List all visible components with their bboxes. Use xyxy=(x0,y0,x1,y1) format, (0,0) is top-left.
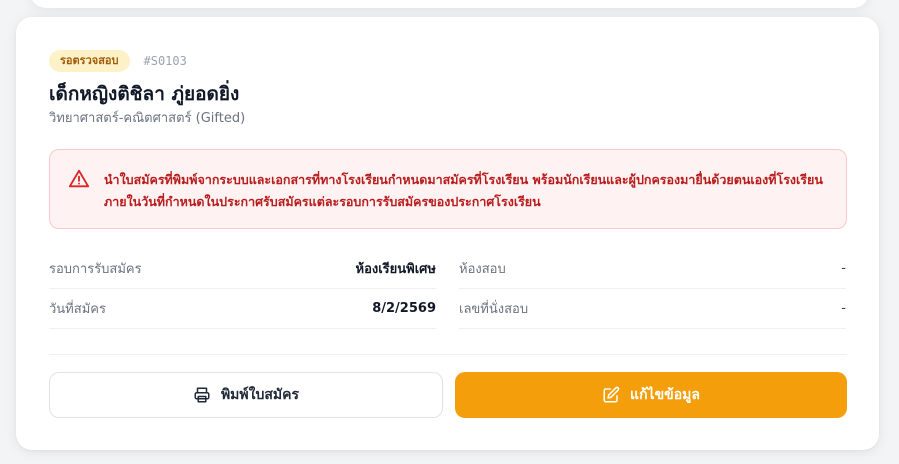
printer-icon xyxy=(193,386,211,404)
edit-button-label: แก้ไขข้อมูล xyxy=(630,387,700,403)
round-value: ห้องเรียนพิเศษ xyxy=(355,262,437,277)
seat-number-label: เลขที่นั่งสอบ xyxy=(459,302,529,317)
apply-date-value: 8/2/2569 xyxy=(372,301,436,316)
status-badge: รอตรวจสอบ xyxy=(49,50,130,72)
round-label: รอบการรับสมัคร xyxy=(49,262,142,277)
edit-icon xyxy=(602,386,620,404)
exam-room-label: ห้องสอบ xyxy=(459,262,506,277)
seat-number-value: - xyxy=(841,301,846,316)
student-name: เด็กหญิงติชิลา ภู่ยอดยิ่ง xyxy=(49,83,240,105)
application-code: #S0103 xyxy=(143,54,187,68)
application-card: รอตรวจสอบ #S0103 เด็กหญิงติชิลา ภู่ยอดยิ… xyxy=(16,17,879,450)
print-button-label: พิมพ์ใบสมัคร xyxy=(220,387,300,403)
previous-card-edge xyxy=(30,0,869,8)
exam-room-value: - xyxy=(841,261,846,276)
card-header: รอตรวจสอบ #S0103 xyxy=(49,50,187,72)
details-left-column: รอบการรับสมัคร ห้องเรียนพิเศษ วันที่สมัค… xyxy=(49,249,436,329)
details-right-column: ห้องสอบ - เลขที่นั่งสอบ - xyxy=(459,249,846,329)
edit-info-button[interactable]: แก้ไขข้อมูล xyxy=(455,372,847,418)
warning-triangle-icon xyxy=(68,168,90,190)
program-name: วิทยาศาสตร์-คณิตศาสตร์ (Gifted) xyxy=(49,111,246,126)
detail-row-apply-date: วันที่สมัคร 8/2/2569 xyxy=(49,289,436,329)
instruction-alert: นำใบสมัครที่พิมพ์จากระบบและเอกสารที่ทางโ… xyxy=(49,149,847,229)
print-application-button[interactable]: พิมพ์ใบสมัคร xyxy=(49,372,443,418)
detail-row-exam-room: ห้องสอบ - xyxy=(459,249,846,289)
alert-message: นำใบสมัครที่พิมพ์จากระบบและเอกสารที่ทางโ… xyxy=(104,172,823,209)
apply-date-label: วันที่สมัคร xyxy=(49,302,106,317)
detail-row-seat-number: เลขที่นั่งสอบ - xyxy=(459,289,846,329)
detail-row-round: รอบการรับสมัคร ห้องเรียนพิเศษ xyxy=(49,249,436,289)
divider xyxy=(49,354,847,355)
